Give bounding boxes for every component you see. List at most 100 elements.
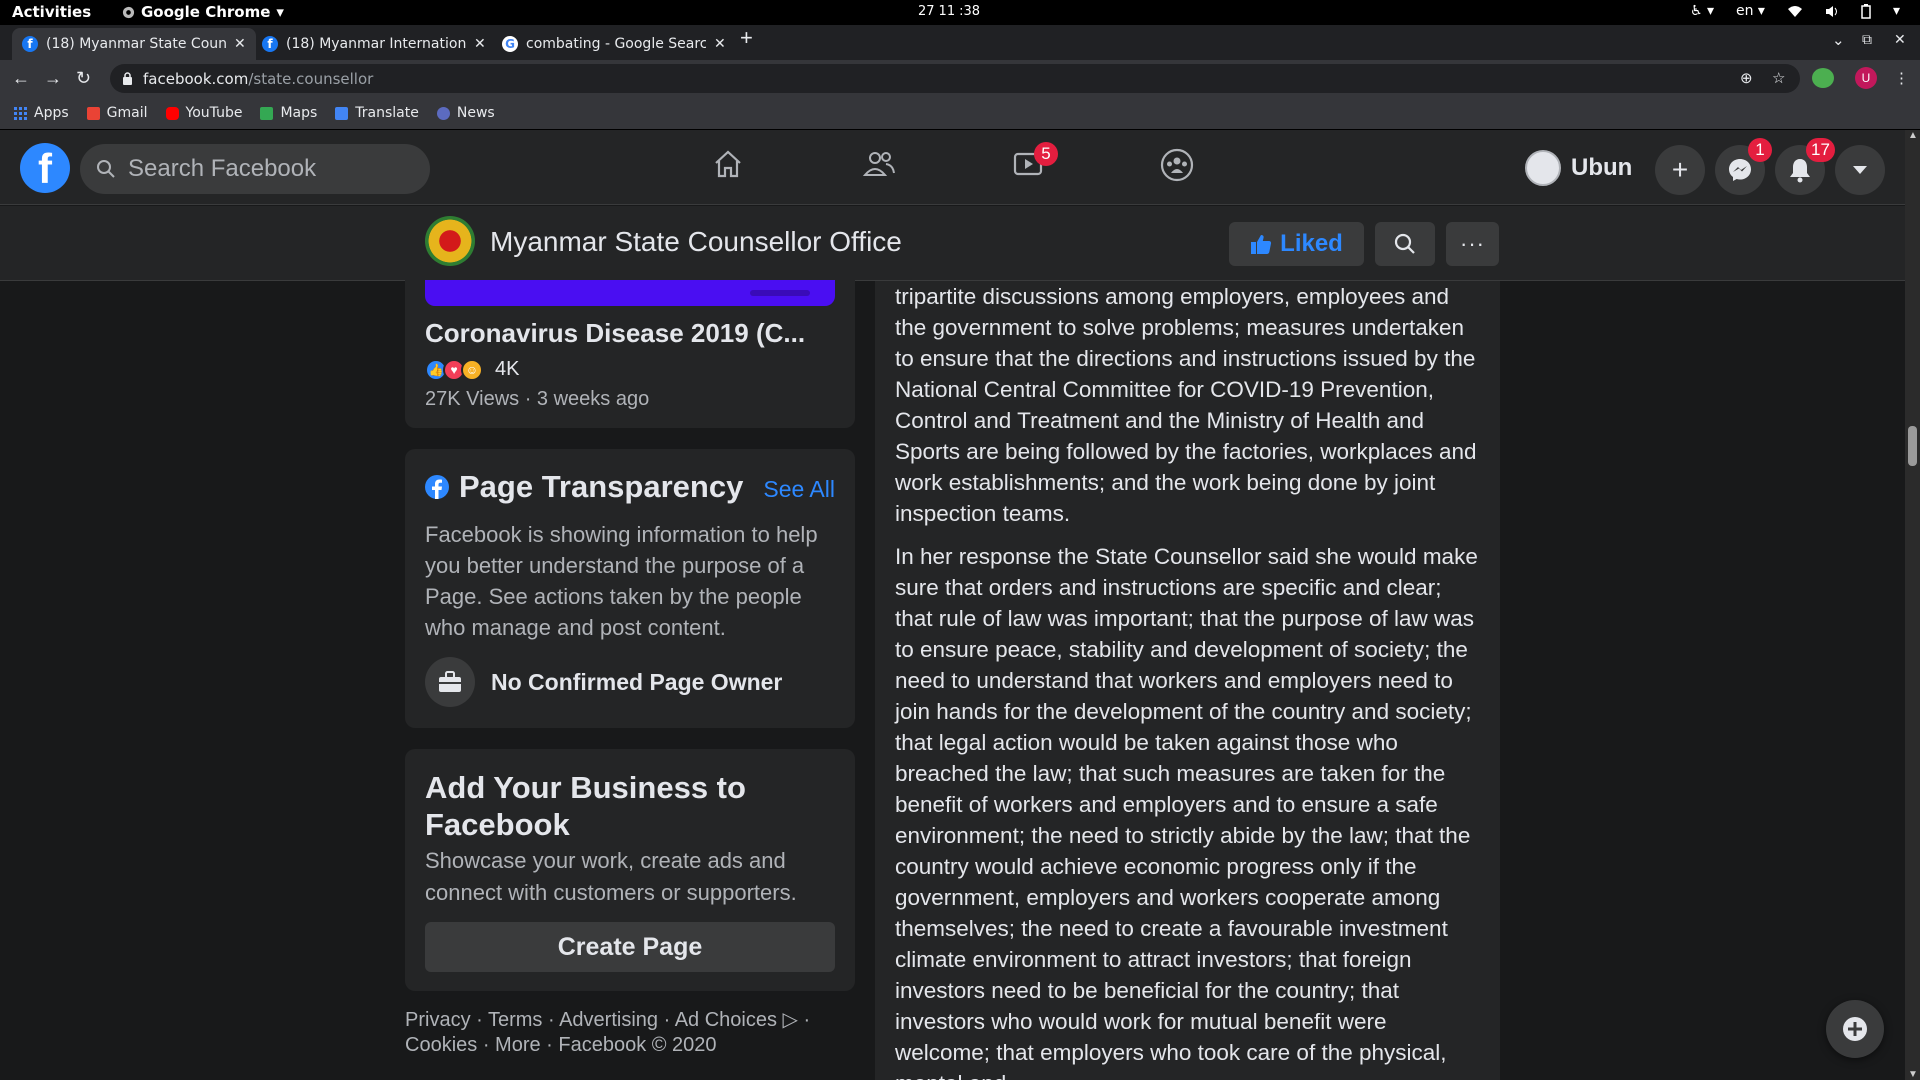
tab-title: combating - Google Search <box>526 36 706 52</box>
language-label: en <box>1735 3 1754 19</box>
page-owner-label: No Confirmed Page Owner <box>491 668 783 695</box>
page-profile-emblem[interactable] <box>425 216 475 266</box>
bookmark-youtube[interactable]: YouTube <box>165 105 243 121</box>
post-body: tripartite discussions among employers, … <box>875 281 1500 1080</box>
business-title: Add Your Business to Facebook <box>425 770 746 842</box>
post-paragraph: In her response the State Counsellor sai… <box>895 544 1478 1080</box>
groups-icon[interactable] <box>1160 148 1194 182</box>
scrollbar-thumb[interactable] <box>1908 426 1917 466</box>
restore-window-icon[interactable]: ⧉ <box>1862 31 1872 48</box>
wifi-icon[interactable] <box>1787 5 1803 18</box>
new-message-button[interactable] <box>1826 1000 1884 1058</box>
home-icon[interactable] <box>712 148 744 180</box>
battery-icon[interactable] <box>1861 3 1871 19</box>
reload-icon[interactable]: ↻ <box>76 68 91 89</box>
url-path: /state.counsellor <box>248 69 374 88</box>
youtube-icon <box>165 106 179 120</box>
friends-icon[interactable] <box>862 148 896 180</box>
tab-google-search[interactable]: G combating - Google Search ✕ <box>492 28 736 60</box>
page-title[interactable]: Myanmar State Counsellor Office <box>490 226 902 258</box>
url-host: facebook.com <box>143 69 249 88</box>
extension-icon[interactable] <box>1812 68 1834 88</box>
back-arrow-icon[interactable]: ← <box>12 68 30 89</box>
create-plus-icon[interactable]: + <box>1655 145 1705 195</box>
bookmark-label: Translate <box>355 105 419 121</box>
see-all-link[interactable]: See All <box>763 476 835 503</box>
chrome-menu-icon[interactable]: ⋮ <box>1894 69 1909 87</box>
clock-part: 11 <box>938 4 956 19</box>
footer-line[interactable]: Cookies · More · Facebook © 2020 <box>405 1033 855 1058</box>
profile-avatar[interactable]: U <box>1855 67 1877 89</box>
video-card[interactable]: Coronavirus Disease 2019 (C... 👍 ♥ ☺ 4K … <box>405 270 855 428</box>
search-input[interactable]: Search Facebook <box>80 144 430 194</box>
app-name: Google Chrome <box>141 3 271 21</box>
close-icon[interactable]: ✕ <box>474 36 486 52</box>
google-icon: G <box>502 36 518 52</box>
reaction-summary[interactable]: 👍 ♥ ☺ 4K <box>425 358 519 381</box>
facebook-icon: f <box>22 36 38 52</box>
page-search-button[interactable] <box>1375 222 1435 266</box>
clock-part: :38 <box>959 4 981 19</box>
avatar <box>1525 150 1561 186</box>
notifications-badge: 17 <box>1806 138 1835 162</box>
transparency-description: Facebook is showing information to help … <box>425 522 818 640</box>
search-icon <box>1394 233 1416 255</box>
lock-icon[interactable] <box>122 72 133 85</box>
language-indicator[interactable]: en ▾ <box>1736 3 1765 19</box>
clock[interactable]: 27 11 :38 <box>918 4 980 19</box>
close-window-icon[interactable]: ✕ <box>1894 31 1906 48</box>
bookmark-maps[interactable]: Maps <box>260 105 317 121</box>
maps-icon <box>260 106 274 120</box>
tab-myanmar-state-counsellor[interactable]: f (18) Myanmar State Counsellor Office ✕ <box>12 28 256 60</box>
translate-icon <box>335 106 349 120</box>
bookmark-gmail[interactable]: Gmail <box>86 105 148 121</box>
bookmark-news[interactable]: News <box>436 105 495 121</box>
system-menu-caret-icon[interactable]: ▾ <box>1893 3 1900 19</box>
profile-link[interactable]: Ubun <box>1525 146 1632 190</box>
liked-button[interactable]: Liked <box>1229 222 1364 266</box>
create-page-button[interactable]: Create Page <box>425 922 835 972</box>
star-icon[interactable]: ☆ <box>1772 69 1785 87</box>
caret-down-icon: ▾ <box>276 3 284 21</box>
volume-icon[interactable] <box>1825 5 1839 18</box>
url-input[interactable]: facebook.com/state.counsellor <box>110 64 1800 93</box>
forward-arrow-icon[interactable]: → <box>44 68 62 89</box>
transparency-header: Page Transparency <box>425 469 743 505</box>
activities-button[interactable]: Activities <box>12 3 91 21</box>
thumbnail-bar <box>750 290 810 296</box>
bookmark-apps[interactable]: Apps <box>14 105 69 121</box>
accessibility-icon[interactable]: ♿ ▾ <box>1690 3 1714 19</box>
bookmark-label: YouTube <box>185 105 243 121</box>
footer-links[interactable]: Privacy · Terms · Advertising · Ad Choic… <box>405 1008 855 1058</box>
more-options-button[interactable]: ··· <box>1446 222 1499 266</box>
scroll-down-icon[interactable]: ▼ <box>1908 1069 1918 1080</box>
new-tab-icon[interactable]: + <box>740 25 753 51</box>
bookmark-translate[interactable]: Translate <box>335 105 419 121</box>
tab-title: (18) Myanmar International <box>286 36 466 52</box>
gmail-icon <box>86 106 100 120</box>
chrome-icon <box>122 6 135 19</box>
scroll-up-icon[interactable]: ▲ <box>1908 130 1918 141</box>
page-scrollbar[interactable]: ▲ ▼ <box>1905 130 1920 1080</box>
bookmarks-bar: Apps Gmail YouTube Maps Translate News <box>0 97 1920 130</box>
zoom-icon[interactable]: ⊕ <box>1740 69 1753 87</box>
page-owner-row: No Confirmed Page Owner <box>425 657 782 707</box>
close-icon[interactable]: ✕ <box>714 36 726 52</box>
video-meta: 27K Views · 3 weeks ago <box>425 388 650 410</box>
close-icon[interactable]: ✕ <box>234 36 246 52</box>
account-menu-caret-icon[interactable] <box>1835 145 1885 195</box>
footer-line[interactable]: Privacy · Terms · Advertising · Ad Choic… <box>405 1008 855 1033</box>
video-title[interactable]: Coronavirus Disease 2019 (C... <box>425 318 805 349</box>
app-menu[interactable]: Google Chrome ▾ <box>122 3 284 21</box>
video-thumbnail[interactable] <box>425 280 835 306</box>
post-paragraph: tripartite discussions among employers, … <box>895 284 1477 526</box>
messenger-badge: 1 <box>1748 138 1772 162</box>
system-top-bar: Activities Google Chrome ▾ 27 11 :38 ♿ ▾… <box>0 0 1920 25</box>
tab-myanmar-international[interactable]: f (18) Myanmar International ✕ <box>252 28 496 60</box>
facebook-logo[interactable]: f <box>20 143 70 193</box>
briefcase-icon <box>425 657 475 707</box>
tab-search-icon[interactable]: ⌄ <box>1832 31 1845 49</box>
bookmark-label: Maps <box>280 105 318 121</box>
bookmark-label: News <box>456 105 495 121</box>
page-sticky-header: Myanmar State Counsellor Office Liked ··… <box>0 206 1905 281</box>
